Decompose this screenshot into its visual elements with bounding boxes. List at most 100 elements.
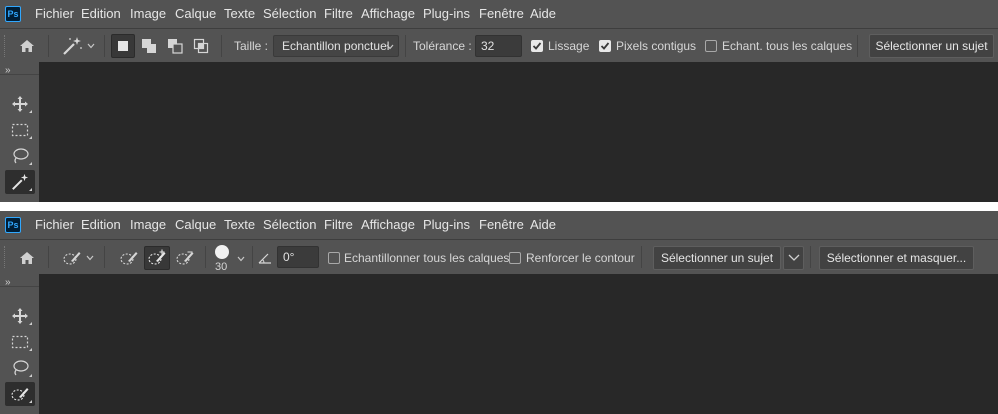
photoshop-window-magic-wand: Ps Fichier Edition Image Calque Texte Sé… <box>0 0 998 202</box>
chevron-down-icon <box>386 44 394 50</box>
subtract-quick-selection-button[interactable] <box>172 246 198 270</box>
quick-selection-tool[interactable] <box>5 382 35 406</box>
menu-aide[interactable]: Aide <box>530 7 556 21</box>
menu-texte[interactable]: Texte <box>224 7 255 21</box>
menu-edition[interactable]: Edition <box>81 218 121 232</box>
menu-affichage[interactable]: Affichage <box>361 218 415 232</box>
menu-texte[interactable]: Texte <box>224 218 255 232</box>
menu-image[interactable]: Image <box>130 7 166 21</box>
lasso-icon <box>13 360 29 376</box>
menu-fenetre[interactable]: Fenêtre <box>479 218 524 232</box>
menu-filtre[interactable]: Filtre <box>324 7 353 21</box>
brush-selection-icon <box>120 252 138 265</box>
menu-filtre[interactable]: Filtre <box>324 218 353 232</box>
options-bar: Taille : Echantillon ponctuel Tolérance … <box>0 28 998 62</box>
contiguous-checkbox[interactable] <box>599 40 611 52</box>
home-icon <box>20 252 34 264</box>
select-subject-button[interactable]: Sélectionner un sujet <box>653 246 781 270</box>
subtract-from-selection-button[interactable] <box>163 34 187 58</box>
intersect-selection-button[interactable] <box>189 34 213 58</box>
sample-size-dropdown[interactable]: Echantillon ponctuel <box>273 35 399 57</box>
menu-image[interactable]: Image <box>130 218 166 232</box>
menu-bar: Ps Fichier Edition Image Calque Texte Sé… <box>0 211 998 239</box>
menu-selection[interactable]: Sélection <box>263 7 316 21</box>
new-quick-selection-button[interactable] <box>116 246 142 270</box>
menu-edition[interactable]: Edition <box>81 7 121 21</box>
options-grip[interactable] <box>4 246 7 268</box>
sample-all-layers-label: Echantillonner tous les calques <box>344 251 510 265</box>
menu-plugins[interactable]: Plug-ins <box>423 218 470 232</box>
home-button[interactable] <box>14 246 40 270</box>
new-selection-icon <box>118 41 128 51</box>
brush-size-picker[interactable]: 30 <box>210 242 246 274</box>
home-button[interactable] <box>14 34 40 58</box>
intersect-selection-icon <box>193 38 209 54</box>
checkmark-icon <box>532 42 542 50</box>
menu-plugins[interactable]: Plug-ins <box>423 7 470 21</box>
menu-calque[interactable]: Calque <box>175 218 216 232</box>
rectangle-marquee-icon <box>11 335 29 349</box>
move-tool[interactable] <box>5 304 35 328</box>
enhance-edge-checkbox[interactable] <box>509 252 521 264</box>
move-icon <box>12 308 28 324</box>
tools-panel: » <box>0 62 39 202</box>
marquee-tool[interactable] <box>5 330 35 354</box>
menu-fichier[interactable]: Fichier <box>35 218 74 232</box>
photoshop-logo: Ps <box>5 217 21 233</box>
menu-fichier[interactable]: Fichier <box>35 7 74 21</box>
add-quick-selection-button[interactable] <box>144 246 170 270</box>
subtract-selection-icon <box>168 39 183 54</box>
brush-subtract-icon <box>176 251 194 265</box>
chevron-down-icon <box>788 254 799 261</box>
select-subject-options-button[interactable] <box>783 246 804 270</box>
move-tool[interactable] <box>5 92 35 116</box>
tolerance-input[interactable]: 32 <box>475 35 522 57</box>
marquee-tool[interactable] <box>5 118 35 142</box>
tolerance-label: Tolérance : <box>413 39 472 53</box>
brush-size-value: 30 <box>215 261 228 273</box>
chevron-down-icon <box>87 43 95 49</box>
chevron-down-icon <box>86 255 94 261</box>
brush-tip-icon <box>215 245 229 259</box>
move-icon <box>12 96 28 112</box>
options-bar: 30 0° Echantillonner tous les calques Re… <box>0 239 998 274</box>
magic-wand-icon <box>63 37 82 55</box>
tools-panel: » <box>0 274 39 414</box>
sample-size-label: Taille : <box>234 39 269 53</box>
screenshot-divider <box>0 202 998 211</box>
lasso-tool[interactable] <box>5 356 35 380</box>
new-selection-button[interactable] <box>111 34 135 58</box>
menu-calque[interactable]: Calque <box>175 7 216 21</box>
menu-bar: Ps Fichier Edition Image Calque Texte Sé… <box>0 0 998 28</box>
tool-preset-picker[interactable] <box>56 246 100 270</box>
checkmark-icon <box>600 42 610 50</box>
sample-all-layers-checkbox[interactable] <box>328 252 340 264</box>
rectangle-marquee-icon <box>11 123 29 137</box>
options-grip[interactable] <box>4 35 7 57</box>
anti-alias-checkbox[interactable] <box>531 40 543 52</box>
enhance-edge-label: Renforcer le contour <box>526 251 635 265</box>
angle-icon <box>258 253 271 264</box>
home-icon <box>20 40 34 52</box>
lasso-tool[interactable] <box>5 144 35 168</box>
sample-size-value: Echantillon ponctuel <box>282 39 390 53</box>
sample-all-layers-checkbox[interactable] <box>705 40 717 52</box>
photoshop-window-quick-select: Ps Fichier Edition Image Calque Texte Sé… <box>0 211 998 414</box>
menu-fenetre[interactable]: Fenêtre <box>479 7 524 21</box>
lasso-icon <box>13 148 29 164</box>
angle-input[interactable]: 0° <box>277 246 319 268</box>
tool-preset-picker[interactable] <box>56 34 100 58</box>
select-and-mask-button[interactable]: Sélectionner et masquer... <box>819 246 974 270</box>
select-subject-button[interactable]: Sélectionner un sujet <box>869 34 994 58</box>
magic-wand-tool[interactable] <box>5 170 35 194</box>
add-to-selection-button[interactable] <box>137 34 161 58</box>
add-selection-icon <box>142 39 156 53</box>
menu-aide[interactable]: Aide <box>530 218 556 232</box>
menu-selection[interactable]: Sélection <box>263 218 316 232</box>
magic-wand-icon <box>12 173 29 190</box>
contiguous-label: Pixels contigus <box>616 39 697 53</box>
photoshop-logo: Ps <box>5 6 21 22</box>
quick-selection-icon <box>63 252 81 265</box>
quick-selection-icon <box>11 388 29 401</box>
menu-affichage[interactable]: Affichage <box>361 7 415 21</box>
